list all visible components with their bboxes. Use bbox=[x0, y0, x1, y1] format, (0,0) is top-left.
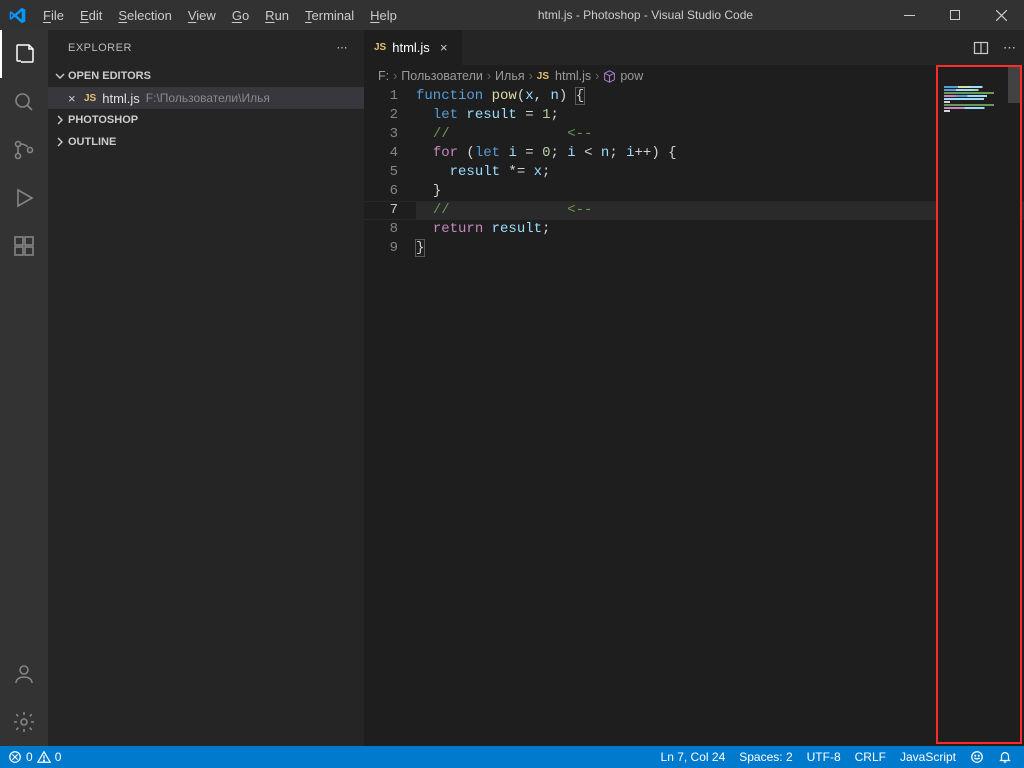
split-editor-icon[interactable] bbox=[973, 40, 989, 56]
menu-go[interactable]: Go bbox=[224, 0, 257, 30]
menu-bar: FFileile Edit Selection View Go Run Term… bbox=[35, 0, 405, 30]
editor-more-icon[interactable]: ⋯ bbox=[1003, 40, 1016, 56]
outline-section[interactable]: OUTLINE bbox=[48, 131, 364, 153]
outline-label: OUTLINE bbox=[68, 136, 116, 148]
status-cursor[interactable]: Ln 7, Col 24 bbox=[661, 750, 726, 764]
symbol-function-icon bbox=[603, 70, 616, 83]
vscode-logo-icon bbox=[0, 7, 35, 24]
editor-area: JS html.js × ⋯ F: › Пользователи › Илья … bbox=[364, 30, 1024, 746]
menu-run[interactable]: Run bbox=[257, 0, 297, 30]
line-number: 7 bbox=[364, 201, 416, 220]
explorer-sidebar: EXPLORER ⋯ OPEN EDITORS × JS html.js F:\… bbox=[48, 30, 364, 746]
tab-actions: ⋯ bbox=[973, 30, 1024, 65]
line-number: 5 bbox=[364, 163, 416, 182]
status-language[interactable]: JavaScript bbox=[900, 750, 956, 764]
open-editors-section[interactable]: OPEN EDITORS bbox=[48, 65, 364, 87]
breadcrumb-symbol[interactable]: pow bbox=[620, 69, 643, 83]
status-warnings-count: 0 bbox=[55, 750, 62, 764]
menu-view[interactable]: View bbox=[180, 0, 224, 30]
explorer-header: EXPLORER ⋯ bbox=[48, 30, 364, 65]
chevron-right-icon: › bbox=[393, 69, 397, 83]
line-number: 6 bbox=[364, 182, 416, 201]
menu-terminal[interactable]: Terminal bbox=[297, 0, 362, 30]
breadcrumb-seg[interactable]: Илья bbox=[495, 69, 525, 83]
breadcrumb-seg[interactable]: F: bbox=[378, 69, 389, 83]
close-editor-icon[interactable]: × bbox=[68, 91, 84, 106]
workspace-section[interactable]: PHOTOSHOP bbox=[48, 109, 364, 131]
activity-search-icon[interactable] bbox=[0, 78, 48, 126]
status-encoding[interactable]: UTF-8 bbox=[807, 750, 841, 764]
minimap[interactable] bbox=[936, 65, 1022, 744]
chevron-right-icon: › bbox=[529, 69, 533, 83]
chevron-right-icon: › bbox=[595, 69, 599, 83]
tab-htmljs[interactable]: JS html.js × bbox=[364, 30, 463, 65]
tab-close-icon[interactable]: × bbox=[436, 40, 452, 55]
activity-explorer-icon[interactable] bbox=[0, 30, 48, 78]
chevron-right-icon: › bbox=[487, 69, 491, 83]
open-editor-filepath: F:\Пользователи\Илья bbox=[146, 91, 270, 105]
chevron-down-icon bbox=[52, 70, 68, 82]
breadcrumb-seg[interactable]: html.js bbox=[555, 69, 591, 83]
activity-debug-icon[interactable] bbox=[0, 174, 48, 222]
explorer-more-icon[interactable]: ⋯ bbox=[337, 41, 349, 54]
line-number: 1 bbox=[364, 87, 416, 106]
open-editor-item[interactable]: × JS html.js F:\Пользователи\Илья bbox=[48, 87, 364, 109]
explorer-title: EXPLORER bbox=[68, 42, 337, 54]
activity-extensions-icon[interactable] bbox=[0, 222, 48, 270]
chevron-right-icon bbox=[52, 114, 68, 126]
js-file-icon: JS bbox=[537, 71, 549, 82]
line-number: 9 bbox=[364, 239, 416, 258]
window-title: html.js - Photoshop - Visual Studio Code bbox=[405, 8, 886, 22]
activity-bar bbox=[0, 30, 48, 746]
open-editor-filename: html.js bbox=[102, 91, 140, 106]
activity-settings-icon[interactable] bbox=[0, 698, 48, 746]
menu-selection[interactable]: Selection bbox=[110, 0, 179, 30]
js-file-icon: JS bbox=[84, 93, 96, 104]
status-errors-count: 0 bbox=[26, 750, 33, 764]
close-button[interactable] bbox=[978, 0, 1024, 30]
line-number: 4 bbox=[364, 144, 416, 163]
open-editors-label: OPEN EDITORS bbox=[68, 70, 151, 82]
menu-file[interactable]: FFileile bbox=[35, 0, 72, 30]
menu-edit[interactable]: Edit bbox=[72, 0, 110, 30]
minimize-button[interactable] bbox=[886, 0, 932, 30]
status-problems[interactable]: 0 0 bbox=[8, 750, 61, 764]
js-file-icon: JS bbox=[374, 42, 386, 53]
status-feedback-icon[interactable] bbox=[970, 750, 984, 764]
status-bar: 0 0 Ln 7, Col 24 Spaces: 2 UTF-8 CRLF Ja… bbox=[0, 746, 1024, 768]
tab-label: html.js bbox=[392, 40, 430, 55]
line-number: 2 bbox=[364, 106, 416, 125]
status-indent[interactable]: Spaces: 2 bbox=[739, 750, 792, 764]
breadcrumb: F: › Пользователи › Илья › JS html.js › … bbox=[364, 65, 1024, 87]
status-bell-icon[interactable] bbox=[998, 750, 1012, 764]
editor-tabs: JS html.js × ⋯ bbox=[364, 30, 1024, 65]
minimap-scrollbar[interactable] bbox=[1008, 67, 1020, 103]
activity-account-icon[interactable] bbox=[0, 650, 48, 698]
activity-scm-icon[interactable] bbox=[0, 126, 48, 174]
line-number: 3 bbox=[364, 125, 416, 144]
maximize-button[interactable] bbox=[932, 0, 978, 30]
line-number: 8 bbox=[364, 220, 416, 239]
menu-help[interactable]: Help bbox=[362, 0, 405, 30]
breadcrumb-seg[interactable]: Пользователи bbox=[401, 69, 483, 83]
workspace-label: PHOTOSHOP bbox=[68, 114, 138, 126]
window-controls bbox=[886, 0, 1024, 30]
chevron-right-icon bbox=[52, 136, 68, 148]
title-bar: FFileile Edit Selection View Go Run Term… bbox=[0, 0, 1024, 30]
status-eol[interactable]: CRLF bbox=[855, 750, 886, 764]
code-editor[interactable]: 1function pow(x, n) { 2 let result = 1; … bbox=[364, 87, 1024, 746]
